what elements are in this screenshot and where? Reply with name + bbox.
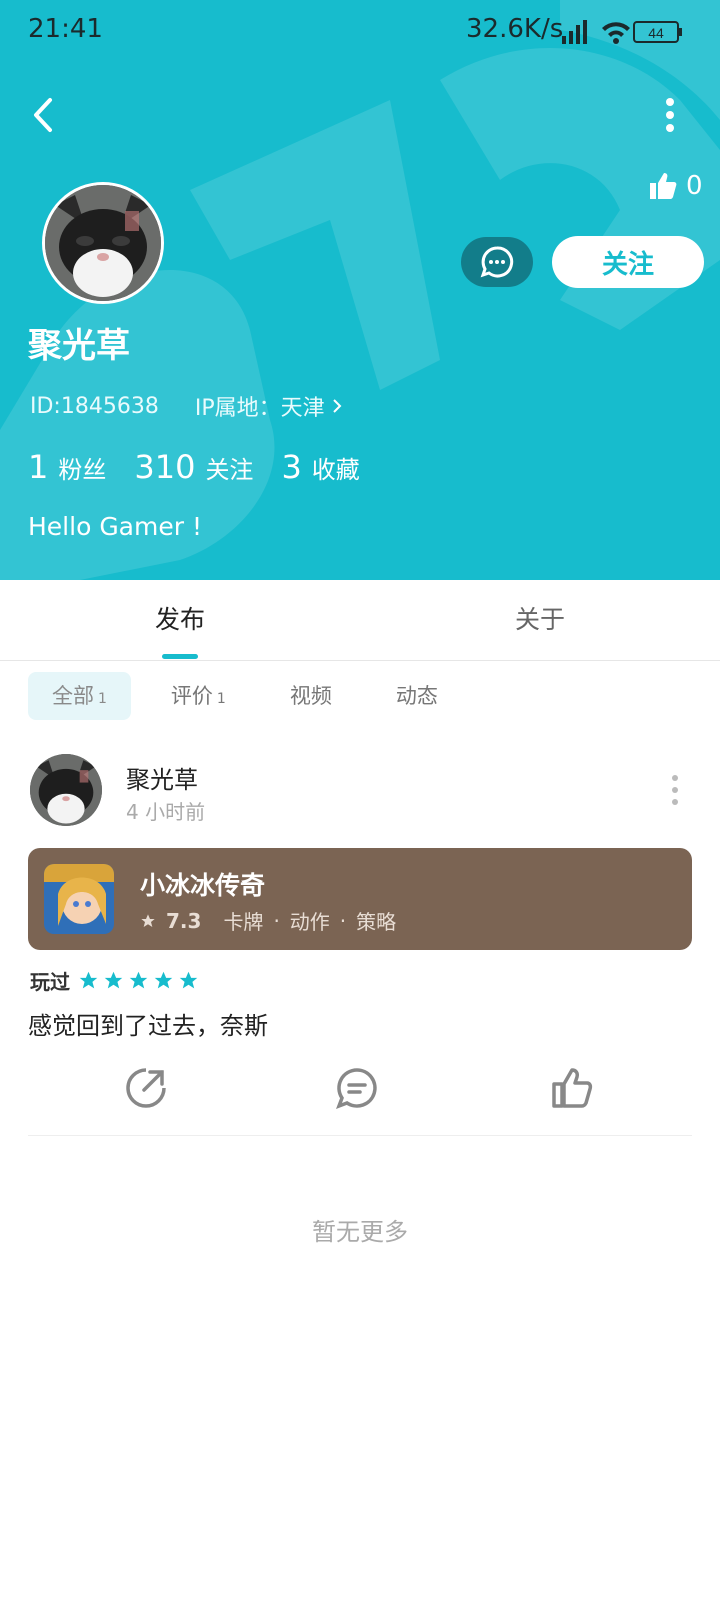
stat-number: 1 [28, 448, 49, 486]
chevron-right-icon [332, 399, 342, 413]
profile-tabs: 发布 关于 [0, 580, 720, 661]
game-icon [44, 864, 114, 934]
stat-following[interactable]: 310 关注 [134, 448, 253, 486]
star-icon [179, 971, 198, 989]
stat-favorites[interactable]: 3 收藏 [281, 448, 359, 486]
post-time: 4 小时前 [126, 800, 206, 824]
filter-videos[interactable]: 视频 [266, 672, 356, 720]
tab-about[interactable]: 关于 [450, 580, 630, 660]
game-name: 小冰冰传奇 [140, 871, 266, 900]
stat-number: 310 [134, 448, 196, 486]
message-button[interactable] [461, 237, 533, 287]
cat-avatar-image [45, 185, 161, 301]
status-icons: 44 [562, 20, 682, 44]
star-icon [129, 971, 148, 989]
game-rating: 7.3 [166, 908, 202, 933]
stat-number: 3 [281, 448, 302, 486]
filter-label: 动态 [395, 684, 438, 708]
star-icon [79, 971, 98, 989]
tag-separator: · [273, 908, 280, 933]
comment-icon[interactable] [335, 1066, 379, 1110]
battery-level: 44 [648, 25, 664, 41]
id-line: ID:1845638 IP属地：天津 [30, 390, 343, 422]
review-text: 感觉回到了过去，奈斯 [28, 1012, 268, 1040]
star-icon [104, 971, 123, 989]
like-icon[interactable] [550, 1066, 594, 1110]
filter-label: 视频 [289, 684, 332, 708]
post-divider [28, 1135, 692, 1136]
ip-location-text: IP属地：天津 [194, 396, 325, 421]
filter-count: 1 [216, 691, 226, 707]
user-id: ID:1845638 [30, 393, 159, 419]
game-card[interactable]: 小冰冰传奇 7.3 卡牌 · 动作 · 策略 [28, 848, 692, 950]
tag-separator: · [339, 908, 347, 933]
played-rating: 玩过 [30, 966, 199, 995]
game-tag: 策略 [356, 910, 397, 934]
follow-button[interactable]: 关注 [552, 236, 704, 288]
filter-moments[interactable]: 动态 [372, 672, 462, 720]
more-options-icon[interactable] [650, 94, 690, 136]
profile-like[interactable]: 0 [648, 168, 720, 204]
stat-followers[interactable]: 1 粉丝 [28, 448, 106, 486]
filter-all[interactable]: 全部 1 [28, 672, 131, 720]
post-more-icon[interactable] [668, 772, 682, 808]
tab-publish[interactable]: 发布 [90, 580, 270, 660]
stat-label: 收藏 [311, 456, 360, 484]
filter-label: 全部 [52, 684, 94, 708]
post-author-name[interactable]: 聚光草 [126, 760, 198, 795]
network-speed: 32.6K/s [466, 14, 564, 44]
star-rating [78, 970, 199, 991]
star-icon [154, 971, 173, 989]
played-label: 玩过 [30, 970, 70, 994]
filter-chips: 全部 1 评价 1 视频 动态 [28, 672, 462, 720]
game-cover-image [44, 864, 114, 934]
chat-bubble-icon [480, 246, 514, 278]
status-time: 21:41 [28, 14, 103, 44]
thumbs-up-icon [650, 173, 677, 199]
filter-label: 评价 [170, 684, 213, 708]
back-icon[interactable] [24, 92, 64, 138]
avatar[interactable] [42, 182, 164, 304]
ip-location[interactable]: IP属地：天津 [195, 390, 343, 422]
game-meta: 7.3 卡牌 · 动作 · 策略 [140, 906, 396, 935]
no-more-text: 暂无更多 [312, 1218, 408, 1246]
like-count: 0 [686, 171, 703, 201]
post-author-avatar[interactable] [30, 754, 102, 826]
filter-count: 1 [98, 691, 107, 707]
user-bio: Hello Gamer ! [28, 512, 202, 541]
active-tab-indicator [162, 654, 198, 659]
stats-row: 1 粉丝 310 关注 3 收藏 [28, 448, 360, 486]
game-tag: 动作 [289, 910, 330, 934]
stat-label: 关注 [205, 456, 254, 484]
username: 聚光草 [28, 326, 130, 366]
star-icon [141, 913, 155, 927]
game-tag: 卡牌 [223, 910, 264, 934]
cat-avatar-image [30, 754, 102, 826]
filter-reviews[interactable]: 评价 1 [147, 672, 250, 720]
share-icon[interactable] [124, 1066, 168, 1110]
stat-label: 粉丝 [58, 456, 107, 484]
